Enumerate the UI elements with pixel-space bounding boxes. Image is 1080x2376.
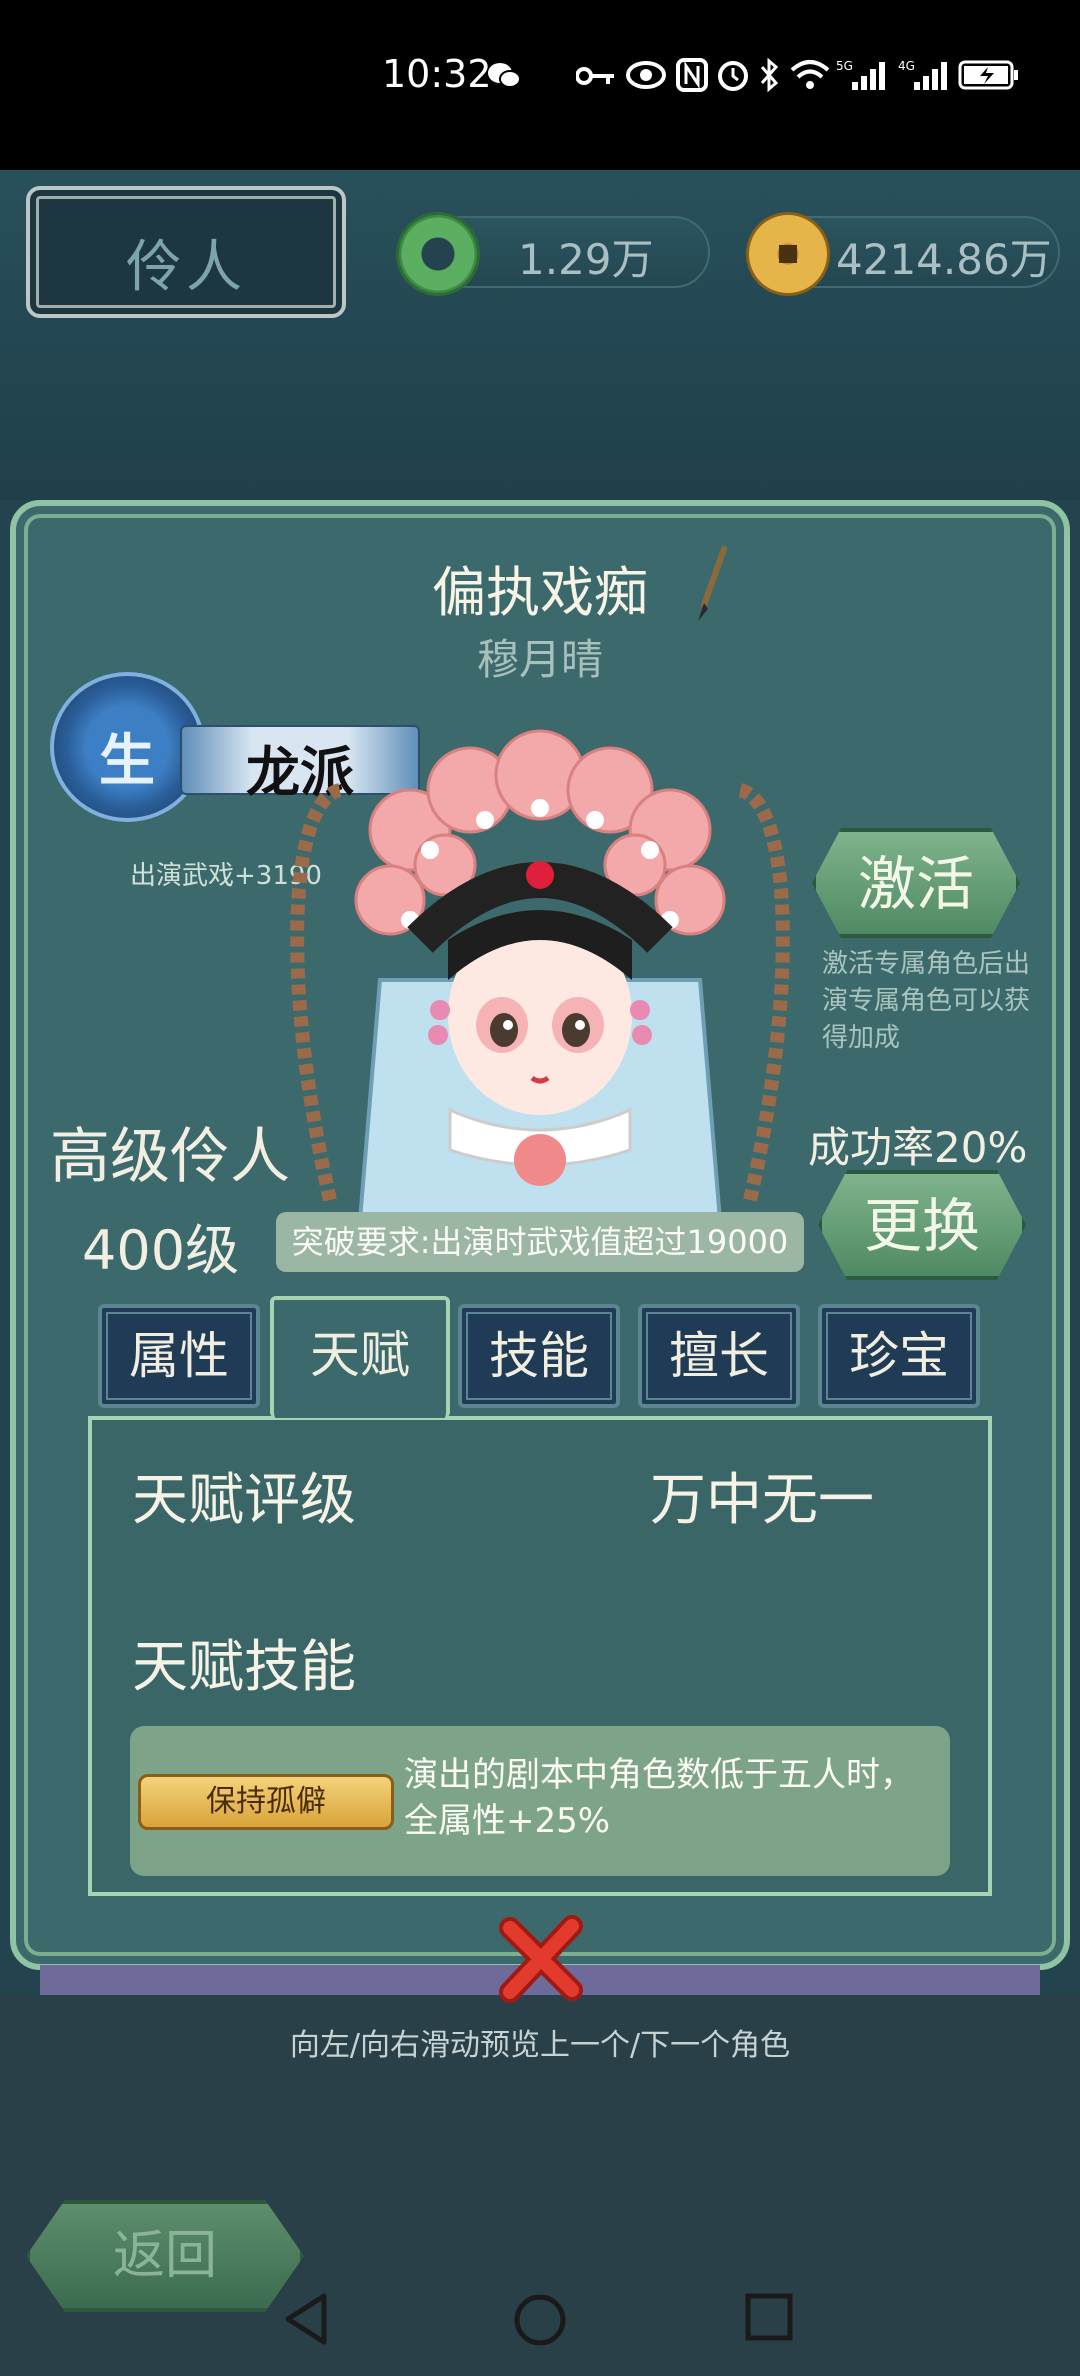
talent-skill-label: 天赋技能 (132, 1635, 356, 1700)
role-name: 穆月晴 (476, 635, 603, 684)
signal-4g-icon: 4G (898, 59, 947, 90)
nav-recents-icon[interactable] (744, 2292, 794, 2342)
tab-talent[interactable]: 天赋 (270, 1296, 450, 1418)
back-button[interactable]: 返回 (26, 2200, 304, 2312)
talent-grade-value: 万中无一 (650, 1468, 874, 1533)
change-button[interactable]: 更换 (818, 1170, 1026, 1280)
coin-amount: 4214.86万 (836, 235, 1052, 284)
breakthrough-requirement: 突破要求:出演时武戏值超过19000 (276, 1212, 804, 1272)
svg-text:4G: 4G (898, 59, 915, 73)
activate-button[interactable]: 激活 (812, 828, 1020, 938)
jade-amount: 1.29万 (518, 235, 654, 284)
tab-treasure[interactable]: 珍宝 (818, 1304, 980, 1408)
activate-note: 激活专属角色后出演专属角色可以获得加成 (822, 949, 1031, 1053)
status-time: 10:32 (382, 52, 492, 96)
tab-specialty[interactable]: 擅长 (638, 1304, 800, 1408)
talent-skill-name: 保持孤僻 (138, 1774, 394, 1830)
character-portrait (290, 729, 790, 1220)
coin-icon (746, 212, 830, 296)
swipe-hint: 向左/向右滑动预览上一个/下一个角色 (289, 2028, 791, 2063)
svg-text:5G: 5G (836, 59, 853, 73)
jade-icon (396, 212, 480, 296)
talent-grade-label: 天赋评级 (132, 1468, 356, 1533)
eye-icon (626, 61, 666, 89)
role-title: 偏执戏痴 (432, 561, 648, 624)
rank-label: 高级伶人 (50, 1122, 290, 1192)
success-rate: 成功率20% (808, 1123, 1028, 1172)
nfc-icon (676, 58, 708, 92)
bluetooth-icon (760, 58, 779, 92)
talent-skill-description: 演出的剧本中角色数低于五人时，全属性+25% (404, 1755, 914, 1841)
nav-home-icon[interactable] (512, 2292, 568, 2348)
tab-attributes[interactable]: 属性 (98, 1304, 260, 1408)
battery-charging-icon (958, 60, 1018, 90)
alarm-icon (718, 61, 748, 91)
key-icon (576, 67, 614, 85)
brush-icon (698, 546, 727, 621)
nav-back-icon[interactable] (282, 2292, 332, 2346)
close-icon[interactable] (496, 1914, 586, 2004)
wifi-icon (790, 60, 830, 89)
level-label: 400级 (82, 1219, 240, 1282)
signal-5g-icon: 5G (836, 59, 885, 90)
tab-skills[interactable]: 技能 (458, 1304, 620, 1408)
sect-emblem-char: 生 (99, 729, 155, 794)
page-title-frame: 伶人 (26, 186, 346, 318)
wechat-icon (488, 63, 521, 88)
page-title: 伶人 (126, 235, 246, 300)
